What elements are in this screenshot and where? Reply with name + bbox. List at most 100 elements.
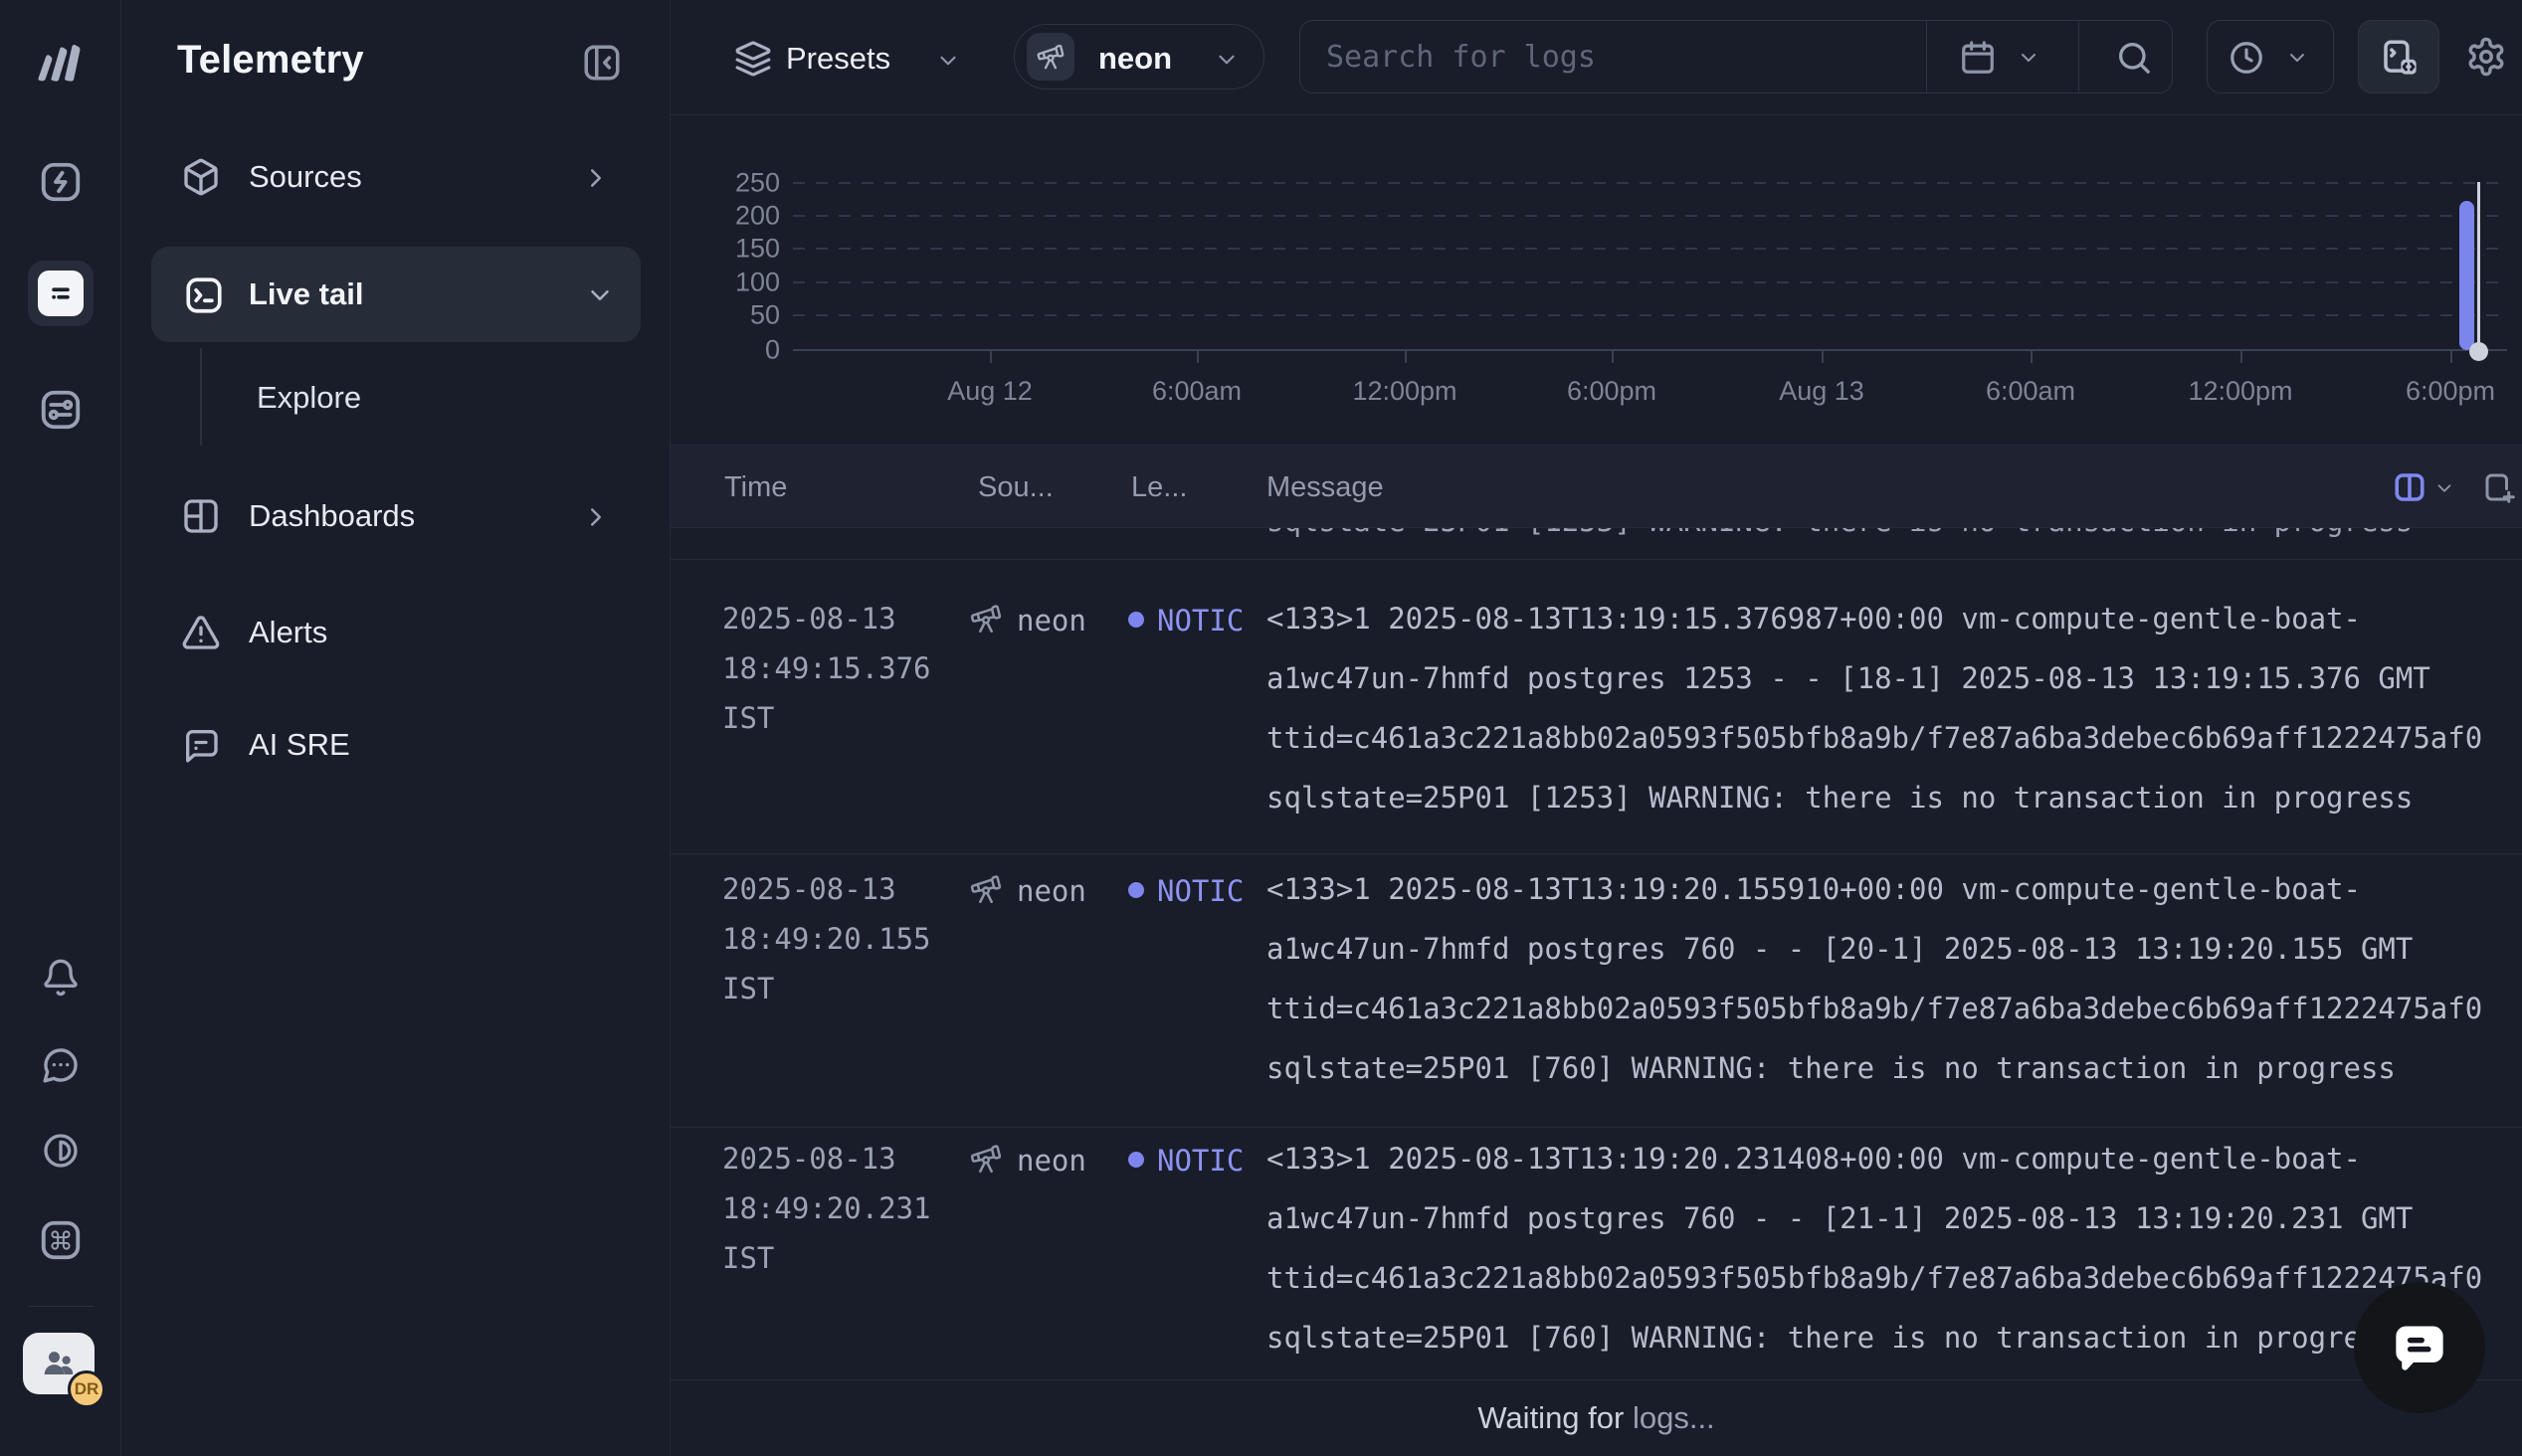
live-cursor-dot[interactable] [2469, 342, 2488, 361]
row-divider [671, 853, 2522, 854]
sidebar-item-explore[interactable]: Explore [231, 370, 649, 426]
log-time: 18:49:20.231 [722, 1191, 931, 1225]
log-date: 2025-08-13 [722, 602, 896, 636]
log-message: <133>1 2025-08-13T13:19:20.231408+00:00 … [1266, 1129, 2482, 1367]
sidebar-item-sources[interactable]: Sources [121, 149, 671, 207]
feedback-button[interactable] [41, 1045, 81, 1085]
waiting-status: Waiting for logs... [671, 1379, 2522, 1456]
x-tick-label: Aug 13 [1779, 376, 1864, 407]
settings-rail-button[interactable] [38, 387, 84, 433]
x-tick-label: 12:00pm [2188, 376, 2292, 407]
telescope-icon [969, 1142, 1003, 1176]
chat-widget-button[interactable] [2354, 1282, 2485, 1413]
collapse-sidebar-button[interactable] [581, 42, 623, 84]
x-tick-mark [1405, 351, 1407, 363]
x-tick-mark [1822, 351, 1824, 363]
sidebar-item-alerts[interactable]: Alerts [121, 605, 671, 662]
x-tick-mark [2450, 351, 2452, 363]
waiting-text: Waiting for [1477, 1400, 1624, 1436]
gear-icon [2465, 36, 2507, 78]
message-square-icon [181, 725, 221, 765]
settings-button[interactable] [2465, 36, 2507, 78]
column-header-source[interactable]: Sou... [978, 471, 1054, 504]
tree-line [200, 348, 202, 446]
terminal-icon [183, 274, 225, 316]
column-header-time[interactable]: Time [724, 471, 787, 504]
chat-bubble-icon [2387, 1315, 2452, 1380]
calendar-chevron[interactable] [2017, 46, 2040, 70]
log-source: neon [1017, 874, 1086, 908]
level-dot [1128, 1152, 1144, 1168]
theme-toggle-button[interactable] [41, 1131, 81, 1171]
clipped-log-line[interactable]: sqlstate=25P01 [1253] WARNING: there is … [1266, 528, 2413, 546]
add-column-icon [2481, 469, 2517, 505]
y-tick: 200 [708, 201, 780, 232]
search-submit-button[interactable] [2114, 38, 2154, 78]
calendar-icon [1959, 39, 1997, 77]
telescope-icon [1027, 33, 1074, 81]
y-tick: 100 [708, 268, 780, 298]
search-input[interactable] [1326, 21, 1903, 92]
row-divider [671, 1127, 2522, 1128]
sliders-icon [38, 387, 84, 433]
bell-icon [41, 958, 81, 998]
avatar[interactable]: DR [68, 1370, 105, 1408]
chat-dots-icon [41, 1045, 81, 1085]
log-time: 18:49:20.155 [722, 922, 931, 956]
column-header-level[interactable]: Le... [1131, 471, 1187, 504]
level-dot [1128, 612, 1144, 628]
x-tick-label: Aug 12 [947, 376, 1033, 407]
contrast-icon [41, 1131, 81, 1171]
x-tick-mark [1197, 351, 1199, 363]
log-date: 2025-08-13 [722, 1142, 896, 1176]
add-column-button[interactable] [2481, 469, 2517, 505]
level-dot [1128, 882, 1144, 898]
logs-rail-button[interactable] [38, 271, 84, 316]
columns-icon [2392, 469, 2427, 505]
telescope-icon [969, 872, 1003, 906]
sidebar-item-dashboards[interactable]: Dashboards [121, 488, 671, 546]
chevron-down-icon [935, 48, 961, 74]
y-tick: 150 [708, 234, 780, 265]
column-layout-button[interactable] [2392, 469, 2427, 505]
log-date: 2025-08-13 [722, 872, 896, 906]
log-time: 18:49:15.376 [722, 651, 931, 685]
x-tick-label: 6:00pm [1567, 376, 1656, 407]
command-icon [38, 1217, 84, 1263]
column-header-message[interactable]: Message [1266, 471, 1384, 504]
x-tick-mark [990, 351, 992, 363]
source-picker-value: neon [1098, 41, 1172, 77]
presets-dropdown[interactable]: Presets [730, 22, 979, 91]
x-axis [793, 349, 2507, 351]
sidebar: Telemetry Sources Live tail [121, 0, 671, 1456]
row-divider [671, 559, 2522, 560]
live-screen-button[interactable] [2358, 20, 2439, 93]
package-icon [181, 157, 221, 197]
search-icon [2114, 38, 2154, 78]
x-tick-label: 12:00pm [1352, 376, 1456, 407]
x-tick-mark [2240, 351, 2242, 363]
log-message: <133>1 2025-08-13T13:19:20.155910+00:00 … [1266, 859, 2482, 1098]
log-message: <133>1 2025-08-13T13:19:15.376987+00:00 … [1266, 589, 2482, 827]
chevron-right-icon [581, 163, 611, 193]
log-tz: IST [722, 972, 774, 1005]
zap-icon [38, 159, 84, 205]
x-tick-label: 6:00am [1986, 376, 2075, 407]
quick-actions-rail-button[interactable] [38, 159, 84, 205]
column-layout-chevron[interactable] [2433, 477, 2455, 499]
sidebar-item-live-tail[interactable]: Live tail [151, 247, 641, 342]
gridline [793, 215, 2507, 217]
command-palette-button[interactable] [38, 1217, 84, 1263]
x-tick-mark [1612, 351, 1614, 363]
notifications-button[interactable] [41, 958, 81, 998]
time-range-button[interactable] [2207, 20, 2334, 93]
log-tz: IST [722, 1241, 774, 1275]
mountain-logo-icon[interactable] [30, 34, 92, 90]
log-level: NOTIC [1157, 604, 1244, 637]
sidebar-item-ai-sre[interactable]: AI SRE [121, 717, 671, 775]
date-range-button[interactable] [1959, 39, 1997, 77]
log-search-bar [1299, 20, 2173, 93]
histogram-bar[interactable] [2459, 201, 2474, 350]
source-picker-dropdown[interactable]: neon [1014, 24, 1264, 90]
screen-code-icon [2379, 37, 2421, 79]
